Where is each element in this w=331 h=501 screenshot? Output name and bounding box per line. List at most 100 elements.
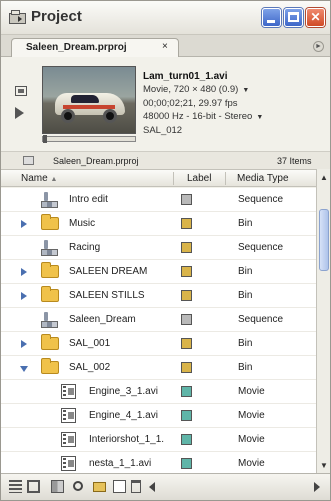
label-swatch[interactable] — [181, 410, 192, 421]
column-divider[interactable] — [225, 172, 226, 185]
item-media-type: Sequence — [238, 194, 284, 205]
label-swatch[interactable] — [181, 458, 192, 469]
item-media-type: Bin — [238, 266, 253, 277]
item-name: SALEEN DREAM — [69, 266, 148, 277]
find-icon[interactable] — [73, 481, 83, 491]
item-media-type: Movie — [238, 434, 265, 445]
item-media-type: Movie — [238, 458, 265, 469]
list-item[interactable]: Engine_3_1.avi Movie — [1, 380, 316, 404]
movie-icon — [61, 384, 76, 399]
list-item[interactable]: Music Bin — [1, 212, 316, 236]
label-swatch[interactable] — [181, 266, 192, 277]
scroll-left-icon[interactable] — [149, 482, 155, 492]
list-item[interactable]: SAL_002 Bin — [1, 356, 316, 380]
clear-icon[interactable] — [131, 480, 141, 493]
dropdown-icon[interactable]: ▼ — [242, 87, 249, 94]
column-divider[interactable] — [173, 172, 174, 185]
title-bar[interactable]: Project ✕ — [1, 1, 330, 35]
movie-icon — [61, 456, 76, 471]
movie-icon — [61, 432, 76, 447]
item-name: nesta_1_1.avi — [89, 458, 152, 469]
item-name: Racing — [69, 242, 101, 253]
scroll-down-icon[interactable]: ▼ — [320, 461, 328, 470]
scroll-up-icon[interactable]: ▲ — [320, 173, 328, 182]
list-item[interactable]: Engine_4_1.avi Movie — [1, 404, 316, 428]
scrub-handle[interactable] — [43, 135, 47, 143]
clip-name: Lam_turn01_1.avi — [143, 71, 228, 82]
list-item[interactable]: Racing Sequence — [1, 236, 316, 260]
icon-view-icon[interactable] — [27, 480, 40, 493]
scroll-right-icon[interactable] — [314, 482, 320, 492]
new-bin-icon[interactable] — [93, 482, 106, 492]
label-swatch[interactable] — [181, 194, 192, 205]
list-view-icon[interactable] — [9, 480, 22, 493]
sequence-icon — [41, 312, 58, 328]
item-media-type: Bin — [238, 338, 253, 349]
close-window-button[interactable]: ✕ — [306, 8, 325, 27]
vertical-scrollbar[interactable]: ▲ ▼ — [316, 169, 330, 473]
project-item-list: Intro edit Sequence Music Bin Racing Sequence… — [1, 188, 316, 473]
item-media-type: Bin — [238, 290, 253, 301]
label-swatch[interactable] — [181, 314, 192, 325]
label-swatch[interactable] — [181, 218, 192, 229]
label-swatch[interactable] — [181, 338, 192, 349]
scrollbar-thumb[interactable] — [319, 209, 329, 271]
list-item[interactable]: Intro edit Sequence — [1, 188, 316, 212]
window-title: Project — [31, 8, 82, 25]
disclosure-collapsed-icon[interactable] — [21, 220, 27, 228]
item-name: SAL_001 — [69, 338, 111, 349]
column-media-type[interactable]: Media Type — [237, 173, 289, 184]
disclosure-collapsed-icon[interactable] — [21, 340, 27, 348]
sequence-icon — [41, 240, 58, 256]
list-item[interactable]: Saleen_Dream Sequence — [1, 308, 316, 332]
list-item[interactable]: SAL_001 Bin — [1, 332, 316, 356]
poster-frame-icon[interactable] — [15, 86, 27, 96]
dropdown-icon[interactable]: ▼ — [256, 114, 263, 121]
label-swatch[interactable] — [181, 362, 192, 373]
item-name: Saleen_Dream — [69, 314, 136, 325]
item-name: Music — [69, 218, 96, 229]
item-name: Engine_4_1.avi — [89, 410, 158, 421]
clip-thumbnail — [42, 66, 136, 134]
movie-icon — [61, 408, 76, 423]
panel-menu-button[interactable]: ► — [313, 41, 324, 52]
clip-format: Movie, 720 × 480 (0.9) — [143, 84, 239, 95]
clip-audio: 48000 Hz - 16-bit - Stereo — [143, 111, 253, 122]
tab-project[interactable]: Saleen_Dream.prproj × — [11, 38, 179, 57]
project-panel-icon — [9, 10, 26, 24]
list-item[interactable]: nesta_1_1.avi Movie — [1, 452, 316, 473]
item-count: 37 Items — [277, 156, 312, 166]
clip-duration: 00;00;02;21, 29.97 fps — [143, 98, 238, 109]
disclosure-expanded-icon[interactable] — [20, 366, 28, 372]
preview-scrub-bar[interactable] — [42, 135, 136, 143]
tab-strip: Saleen_Dream.prproj × ► — [1, 35, 330, 57]
list-item[interactable]: SALEEN STILLS Bin — [1, 284, 316, 308]
play-icon[interactable] — [15, 107, 24, 119]
bin-icon — [41, 262, 59, 278]
project-name: Saleen_Dream.prproj — [53, 156, 139, 166]
disclosure-collapsed-icon[interactable] — [21, 292, 27, 300]
item-name: SALEEN STILLS — [69, 290, 145, 301]
column-name[interactable]: Name ▲ — [21, 173, 57, 184]
maximize-button[interactable] — [284, 8, 303, 27]
label-swatch[interactable] — [181, 386, 192, 397]
item-media-type: Sequence — [238, 242, 284, 253]
label-swatch[interactable] — [181, 242, 192, 253]
list-item[interactable]: SALEEN DREAM Bin — [1, 260, 316, 284]
bin-icon — [41, 286, 59, 302]
automate-to-sequence-icon[interactable] — [51, 480, 64, 493]
item-name: Intro edit — [69, 194, 108, 205]
item-media-type: Bin — [238, 218, 253, 229]
column-label[interactable]: Label — [187, 173, 211, 184]
new-item-icon[interactable] — [113, 480, 126, 493]
minimize-button[interactable] — [262, 8, 281, 27]
label-swatch[interactable] — [181, 434, 192, 445]
bin-icon — [41, 214, 59, 230]
project-info-bar: Saleen_Dream.prproj 37 Items — [1, 151, 330, 169]
bin-icon — [41, 334, 59, 350]
label-swatch[interactable] — [181, 290, 192, 301]
minimize-icon — [267, 20, 275, 23]
tab-close-icon[interactable]: × — [162, 41, 168, 52]
disclosure-collapsed-icon[interactable] — [21, 268, 27, 276]
list-item[interactable]: Interiorshot_1_1. Movie — [1, 428, 316, 452]
